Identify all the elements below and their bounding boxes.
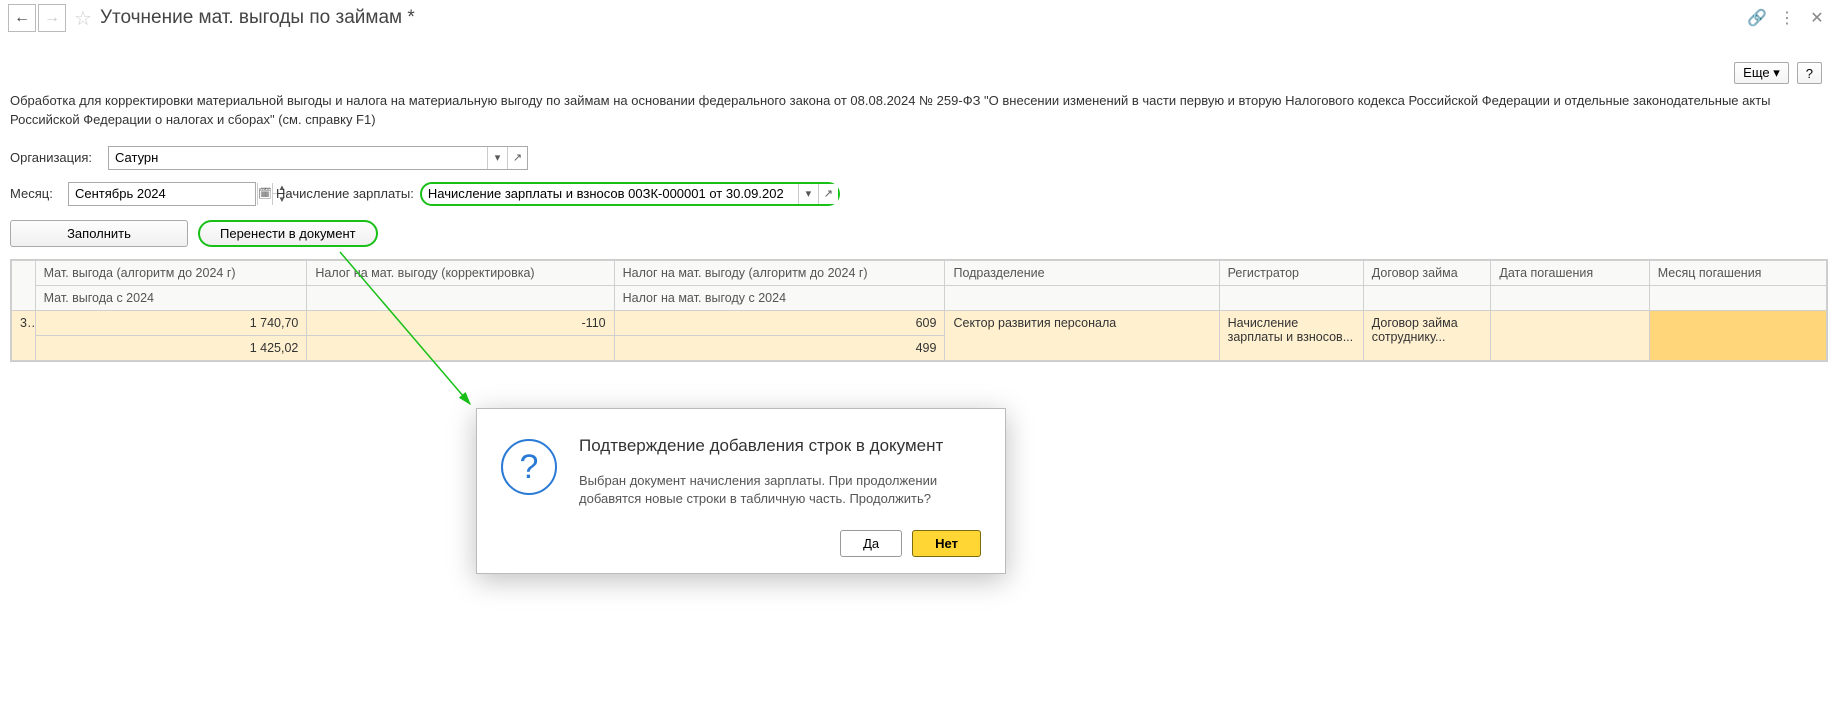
- description-text: Обработка для корректировки материальной…: [0, 92, 1838, 140]
- cell[interactable]: [307, 335, 614, 360]
- arrow-right-icon: →: [44, 9, 60, 27]
- month-input[interactable]: [69, 183, 257, 205]
- month-row: Месяц: 🗓 ▲ ▼ Начисление зарплаты: ▾ ↗: [0, 176, 1838, 212]
- col-header[interactable]: [307, 285, 614, 310]
- dialog-no-button[interactable]: Нет: [912, 530, 981, 557]
- col-header[interactable]: Подразделение: [945, 260, 1219, 285]
- window-header: ← → ☆ Уточнение мат. выгоды по займам * …: [0, 0, 1838, 36]
- kebab-menu-icon[interactable]: ⋮: [1778, 9, 1796, 27]
- cell[interactable]: 499: [614, 335, 945, 360]
- cell[interactable]: 1 425,02: [35, 335, 307, 360]
- dialog-title: Подтверждение добавления строк в докумен…: [579, 435, 981, 458]
- month-calendar-button[interactable]: 🗓: [257, 183, 272, 205]
- open-icon: ↗: [513, 151, 522, 164]
- month-label: Месяц:: [10, 186, 62, 201]
- col-header[interactable]: [1491, 285, 1649, 310]
- forward-button[interactable]: →: [38, 4, 66, 32]
- favorite-star-icon[interactable]: ☆: [74, 6, 92, 31]
- question-icon: ?: [501, 439, 557, 495]
- chevron-down-icon: ▾: [806, 187, 812, 200]
- organization-label: Организация:: [10, 150, 102, 165]
- confirm-dialog: ? Подтверждение добавления строк в докум…: [476, 408, 1006, 574]
- col-header[interactable]: Мат. выгода с 2024: [35, 285, 307, 310]
- col-header[interactable]: [945, 285, 1219, 310]
- col-header[interactable]: Месяц погашения: [1649, 260, 1826, 285]
- organization-input[interactable]: [109, 147, 487, 169]
- fill-button[interactable]: Заполнить: [10, 220, 188, 247]
- cell[interactable]: [1491, 310, 1649, 360]
- toolbar: Заполнить Перенести в документ: [0, 212, 1838, 255]
- col-header[interactable]: Дата погашения: [1491, 260, 1649, 285]
- top-actions-bar: Еще ▾ ?: [0, 36, 1838, 92]
- dialog-yes-button[interactable]: Да: [840, 530, 902, 557]
- link-icon[interactable]: 🔗: [1748, 9, 1766, 27]
- page-title: Уточнение мат. выгоды по займам *: [100, 7, 1748, 29]
- col-header[interactable]: Регистратор: [1219, 260, 1363, 285]
- help-button[interactable]: ?: [1797, 62, 1822, 84]
- col-header[interactable]: [1649, 285, 1826, 310]
- cell[interactable]: -110: [307, 310, 614, 335]
- table-header-row-1: Мат. выгода (алгоритм до 2024 г) Налог н…: [12, 260, 1827, 285]
- calc-open-button[interactable]: ↗: [818, 184, 838, 204]
- table-header-row-2: Мат. выгода с 2024 Налог на мат. выгоду …: [12, 285, 1827, 310]
- col-header[interactable]: Налог на мат. выгоду (корректировка): [307, 260, 614, 285]
- back-button[interactable]: ←: [8, 4, 36, 32]
- dialog-text: Выбран документ начисления зарплаты. При…: [579, 472, 981, 508]
- col-header[interactable]: Налог на мат. выгоду (алгоритм до 2024 г…: [614, 260, 945, 285]
- cell[interactable]: [1649, 310, 1826, 360]
- open-icon: ↗: [824, 187, 833, 200]
- data-table: Мат. выгода (алгоритм до 2024 г) Налог н…: [10, 259, 1828, 362]
- cell[interactable]: Начисление зарплаты и взносов...: [1219, 310, 1363, 360]
- calendar-icon: 🗓: [258, 187, 272, 200]
- row-number: 3: [12, 310, 36, 360]
- col-header[interactable]: Договор займа: [1363, 260, 1491, 285]
- col-header[interactable]: Налог на мат. выгоду с 2024: [614, 285, 945, 310]
- cell[interactable]: Договор займа сотруднику...: [1363, 310, 1491, 360]
- cell[interactable]: Сектор развития персонала: [945, 310, 1219, 360]
- close-icon[interactable]: ✕: [1808, 9, 1826, 27]
- cell[interactable]: 609: [614, 310, 945, 335]
- cell[interactable]: 1 740,70: [35, 310, 307, 335]
- table-row[interactable]: 3 1 740,70 -110 609 Сектор развития перс…: [12, 310, 1827, 335]
- calc-dropdown-button[interactable]: ▾: [798, 184, 818, 204]
- calc-label: Начисление зарплаты:: [276, 186, 414, 201]
- arrow-left-icon: ←: [14, 9, 30, 27]
- more-button-label: Еще: [1743, 65, 1769, 80]
- calc-input[interactable]: [422, 184, 798, 204]
- transfer-button[interactable]: Перенести в документ: [198, 220, 378, 247]
- chevron-down-icon: ▾: [1773, 65, 1780, 80]
- col-header[interactable]: Мат. выгода (алгоритм до 2024 г): [35, 260, 307, 285]
- organization-open-button[interactable]: ↗: [507, 147, 527, 169]
- organization-row: Организация: ▾ ↗: [0, 140, 1838, 176]
- organization-dropdown-button[interactable]: ▾: [487, 147, 507, 169]
- chevron-down-icon: ▾: [495, 151, 501, 164]
- col-header[interactable]: [1219, 285, 1363, 310]
- col-header[interactable]: [1363, 285, 1491, 310]
- more-button[interactable]: Еще ▾: [1734, 62, 1789, 84]
